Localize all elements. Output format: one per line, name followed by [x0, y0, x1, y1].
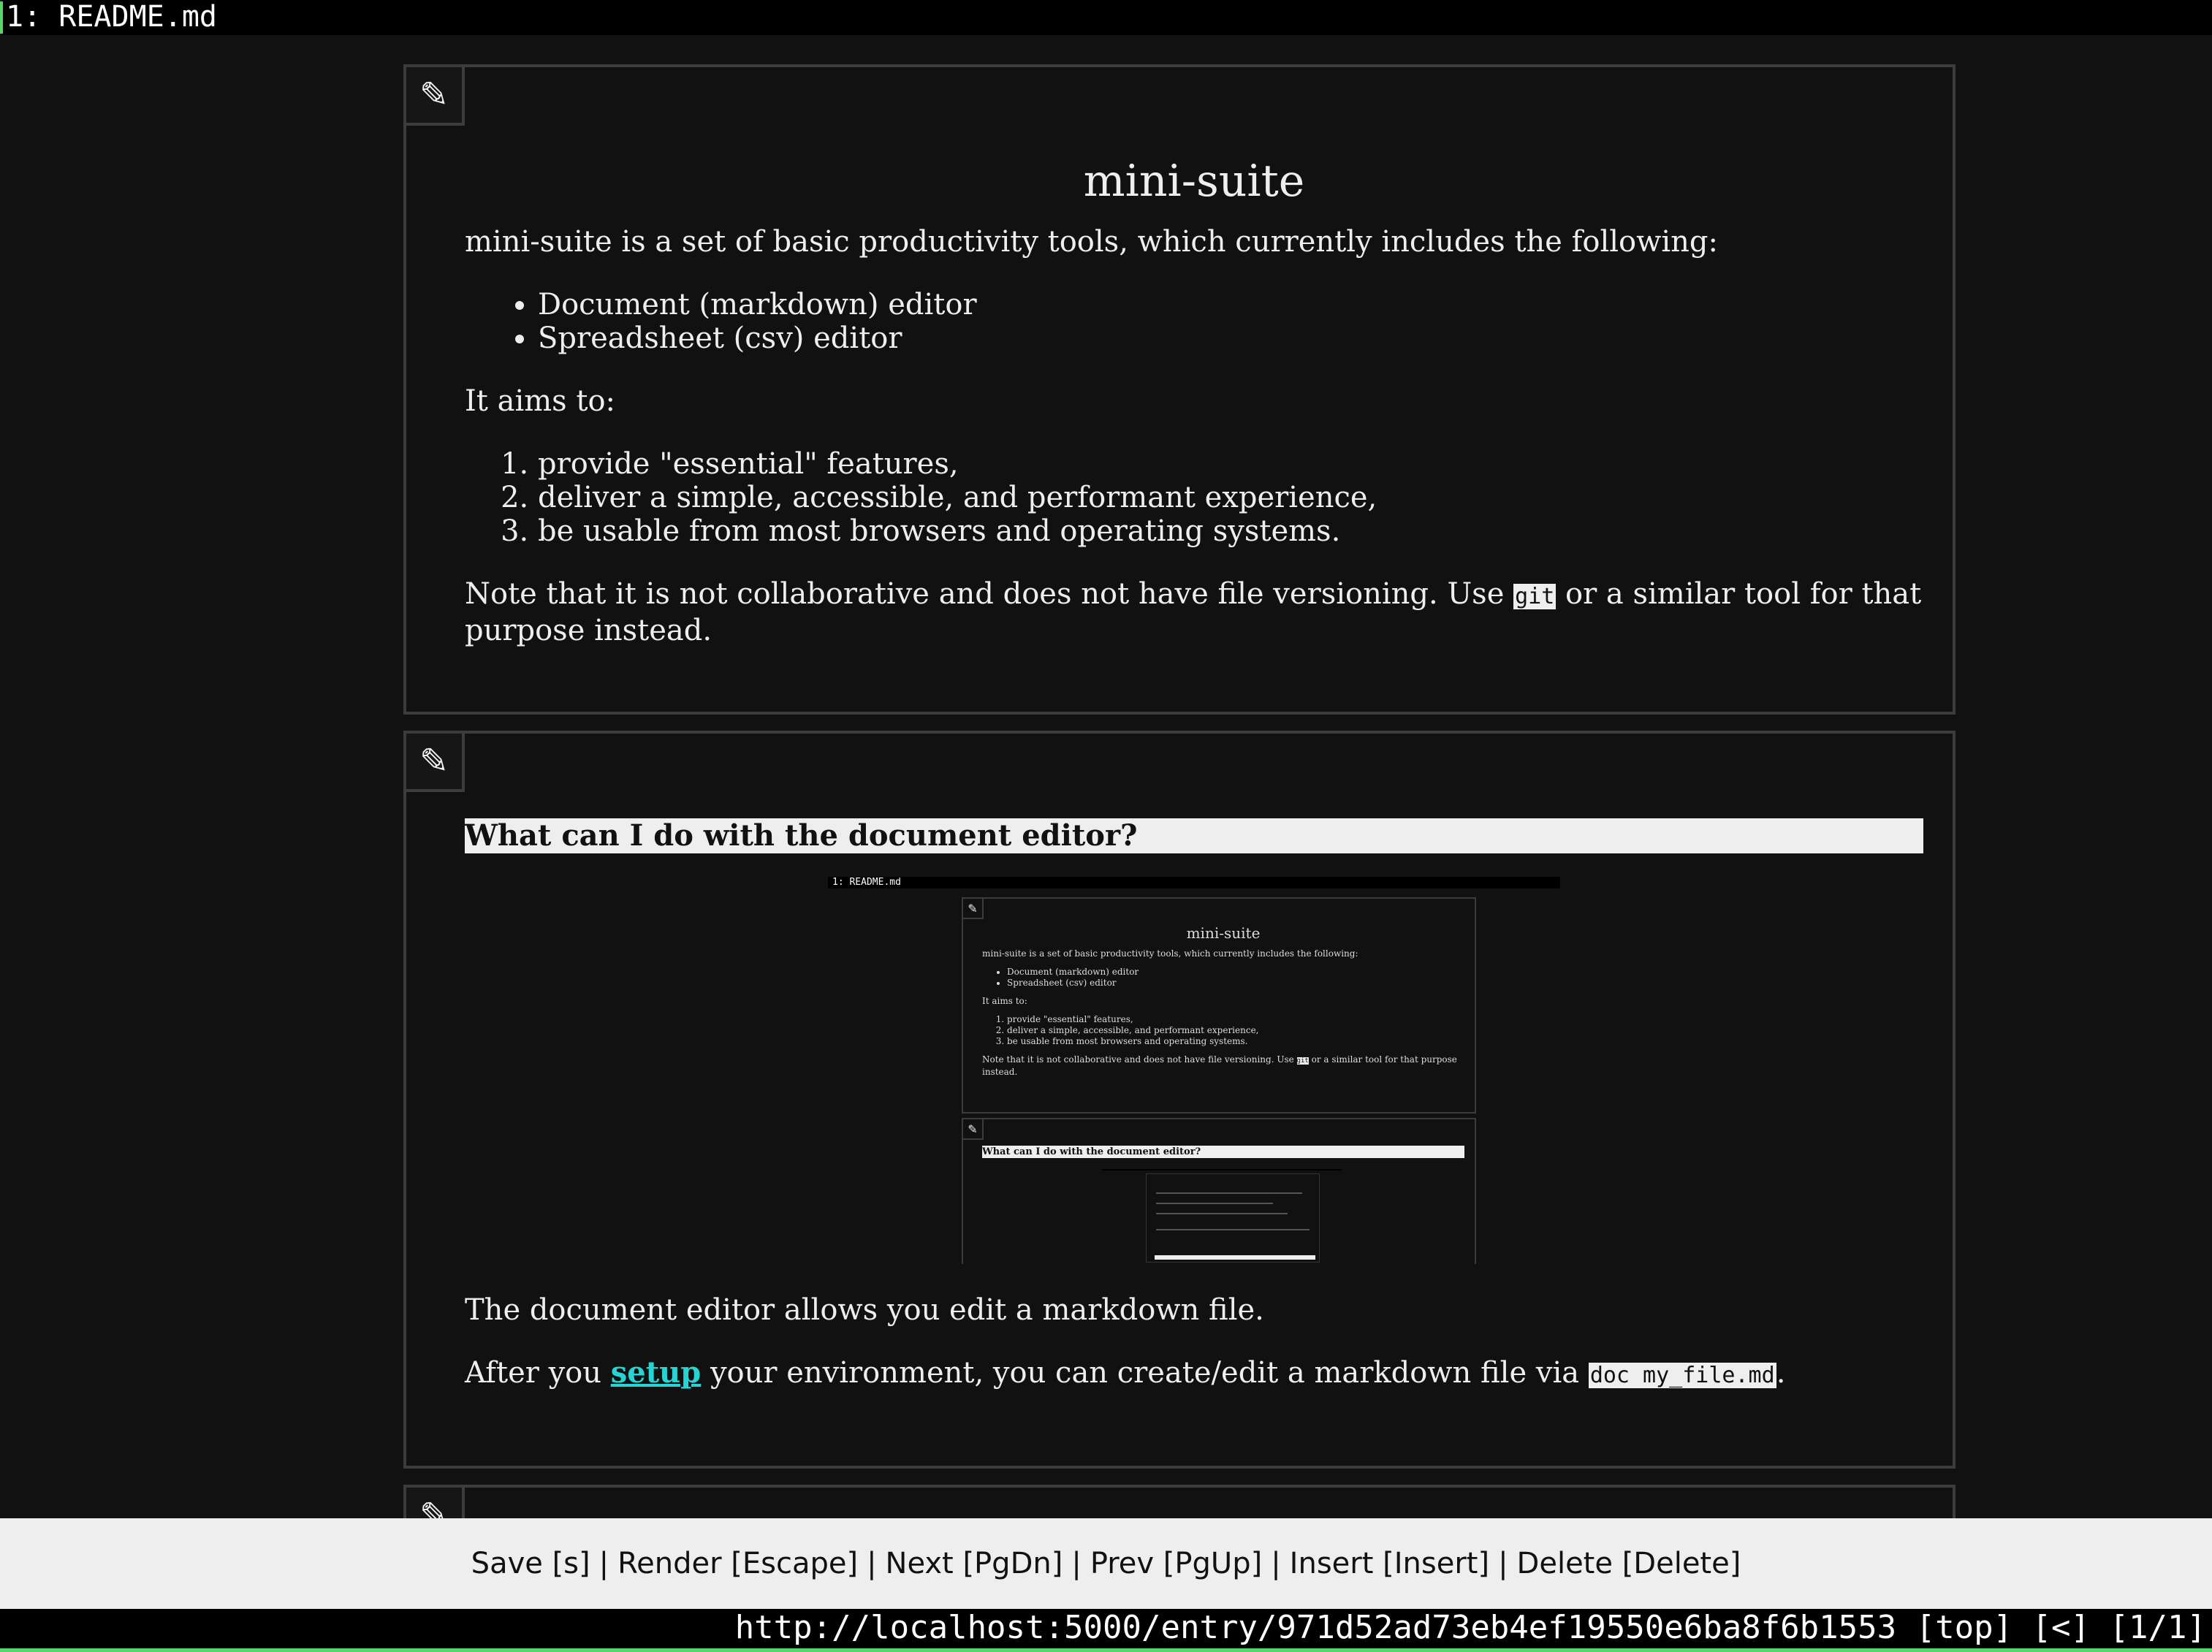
- list-item: Document (markdown) editor: [1007, 967, 1464, 978]
- delete-command[interactable]: Delete [Delete]: [1517, 1547, 1741, 1580]
- tools-list: Document (markdown) editor Spreadsheet (…: [465, 288, 1923, 355]
- micro-tab-bar: [1102, 1169, 1342, 1171]
- document-content[interactable]: ✎ mini-suite mini-suite is a set of basi…: [0, 35, 2212, 1518]
- note-text: Note that it is not collaborative and do…: [465, 577, 1514, 611]
- mini-block-1: ✎ mini-suite mini-suite is a set of basi…: [962, 897, 1476, 1114]
- help-bar: Save [s] | Render [Escape] | Next [PgDn]…: [0, 1518, 2212, 1609]
- micro-heading: [1155, 1255, 1315, 1260]
- next-command[interactable]: Next [PgDn]: [886, 1547, 1063, 1580]
- list-item: deliver a simple, accessible, and perfor…: [538, 481, 1923, 514]
- tab-readme[interactable]: 1: README.md: [6, 0, 217, 35]
- separator: |: [1071, 1547, 1082, 1580]
- note-paragraph: Note that it is not collaborative and do…: [465, 577, 1923, 647]
- editor-screenshot-image: 1: README.md ✎ mini-suite mini-suite is …: [828, 877, 1560, 1264]
- separator: |: [867, 1547, 877, 1580]
- render-command[interactable]: Render [Escape]: [617, 1547, 858, 1580]
- section-heading: What can I do with the document editor?: [465, 818, 1923, 853]
- list-item: provide "essential" features,: [1007, 1014, 1464, 1025]
- intro-paragraph: mini-suite is a set of basic productivit…: [465, 225, 1718, 259]
- aims-list: provide "essential" features, deliver a …: [465, 447, 1923, 548]
- mini-git-code: git: [1296, 1057, 1309, 1065]
- micro-screenshot: [1146, 1173, 1320, 1263]
- editor-description: The document editor allows you edit a ma…: [465, 1293, 1264, 1327]
- separator: |: [1498, 1547, 1508, 1580]
- list-item: Spreadsheet (csv) editor: [538, 321, 1923, 355]
- git-code: git: [1513, 584, 1557, 609]
- scroll-position: [top]: [1915, 1609, 2013, 1646]
- micro-line: [1156, 1192, 1302, 1194]
- page-counter: [1/1]: [2109, 1609, 2206, 1646]
- prev-command[interactable]: Prev [PgUp]: [1090, 1547, 1262, 1580]
- tab-bar: 1: README.md: [0, 0, 2212, 35]
- mini-heading: What can I do with the document editor?: [982, 1146, 1464, 1158]
- tab-cursor: [0, 1, 3, 34]
- mini-title: mini-suite: [1186, 924, 1261, 942]
- markdown-block-1[interactable]: ✎ mini-suite mini-suite is a set of basi…: [403, 64, 1956, 715]
- setup-text-middle: your environment, you can create/edit a …: [701, 1356, 1589, 1390]
- pencil-icon: ✎: [963, 1119, 984, 1140]
- micro-line: [1156, 1229, 1310, 1230]
- list-item: be usable from most browsers and operati…: [538, 514, 1923, 548]
- url-text: http://localhost:5000/entry/971d52ad73eb…: [734, 1609, 1897, 1646]
- mini-aims-list: provide "essential" features, deliver a …: [982, 1014, 1464, 1047]
- list-item: deliver a simple, accessible, and perfor…: [1007, 1025, 1464, 1036]
- status-bar: http://localhost:5000/entry/971d52ad73eb…: [0, 1609, 2212, 1652]
- mini-note-text: Note that it is not collaborative and do…: [982, 1054, 1297, 1065]
- setup-paragraph: After you setup your environment, you ca…: [465, 1356, 1923, 1393]
- pencil-icon[interactable]: ✎: [406, 67, 465, 126]
- history-indicator: [<]: [2032, 1609, 2091, 1646]
- setup-text-end: .: [1776, 1356, 1786, 1390]
- aims-label: It aims to:: [465, 384, 616, 418]
- mini-note: Note that it is not collaborative and do…: [982, 1054, 1464, 1078]
- separator: |: [598, 1547, 609, 1580]
- insert-command[interactable]: Insert [Insert]: [1290, 1547, 1489, 1580]
- mini-aims-label: It aims to:: [982, 996, 1027, 1006]
- page-title: mini-suite: [1083, 156, 1305, 207]
- setup-text: After you: [465, 1356, 611, 1390]
- save-command[interactable]: Save [s]: [471, 1547, 590, 1580]
- pencil-icon[interactable]: ✎: [406, 1488, 465, 1518]
- command-code: doc my_file.md: [1588, 1363, 1776, 1388]
- list-item: be usable from most browsers and operati…: [1007, 1036, 1464, 1047]
- pencil-icon: ✎: [963, 899, 984, 919]
- mini-intro: mini-suite is a set of basic productivit…: [982, 948, 1358, 959]
- pencil-icon[interactable]: ✎: [406, 734, 465, 792]
- status-underline: [0, 1648, 2212, 1652]
- list-item: Document (markdown) editor: [538, 288, 1923, 321]
- mini-tab-bar: 1: README.md: [828, 877, 1560, 888]
- markdown-block-3[interactable]: ✎: [403, 1485, 1956, 1518]
- micro-line: [1156, 1203, 1273, 1204]
- list-item: provide "essential" features,: [538, 447, 1923, 481]
- setup-link[interactable]: setup: [611, 1355, 702, 1390]
- status-line: http://localhost:5000/entry/971d52ad73eb…: [735, 1609, 2206, 1647]
- mini-block-2: ✎ What can I do with the document editor…: [962, 1118, 1476, 1264]
- list-item: Spreadsheet (csv) editor: [1007, 978, 1464, 989]
- micro-line: [1156, 1213, 1288, 1214]
- mini-tools-list: Document (markdown) editor Spreadsheet (…: [982, 967, 1464, 989]
- separator: |: [1271, 1547, 1281, 1580]
